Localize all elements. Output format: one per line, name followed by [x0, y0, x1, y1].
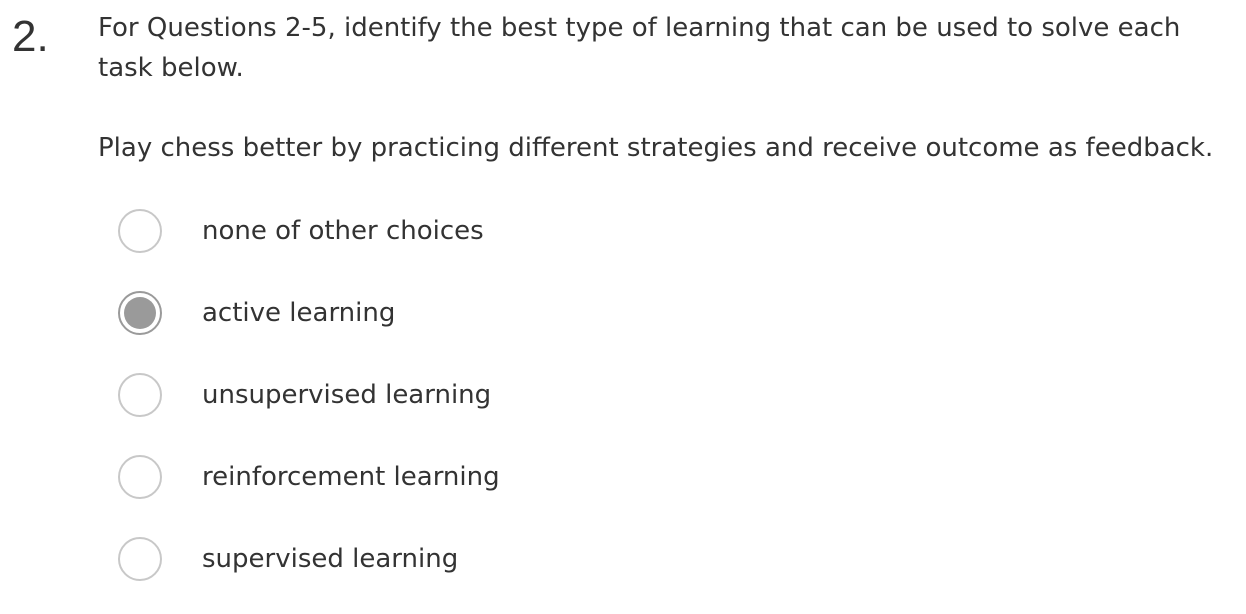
option-label: reinforcement learning	[202, 462, 500, 492]
option-label: active learning	[202, 298, 396, 328]
radio-button[interactable]	[118, 373, 162, 417]
radio-button[interactable]	[118, 291, 162, 335]
radio-selected-dot	[124, 297, 156, 329]
question-intro: For Questions 2-5, identify the best typ…	[98, 13, 1181, 83]
option-reinforcement-learning[interactable]: reinforcement learning	[118, 436, 500, 518]
option-label: unsupervised learning	[202, 380, 492, 410]
question-prompt: Play chess better by practicing differen…	[98, 133, 1214, 163]
option-unsupervised-learning[interactable]: unsupervised learning	[118, 354, 500, 436]
option-supervised-learning[interactable]: supervised learning	[118, 518, 500, 600]
radio-button[interactable]	[118, 537, 162, 581]
answer-options: none of other choices active learning un…	[118, 190, 500, 600]
option-label: none of other choices	[202, 216, 484, 246]
radio-button[interactable]	[118, 455, 162, 499]
question-number: 2.	[12, 12, 49, 61]
option-label: supervised learning	[202, 544, 459, 574]
option-active-learning[interactable]: active learning	[118, 272, 500, 354]
option-none-of-other-choices[interactable]: none of other choices	[118, 190, 500, 272]
radio-button[interactable]	[118, 209, 162, 253]
